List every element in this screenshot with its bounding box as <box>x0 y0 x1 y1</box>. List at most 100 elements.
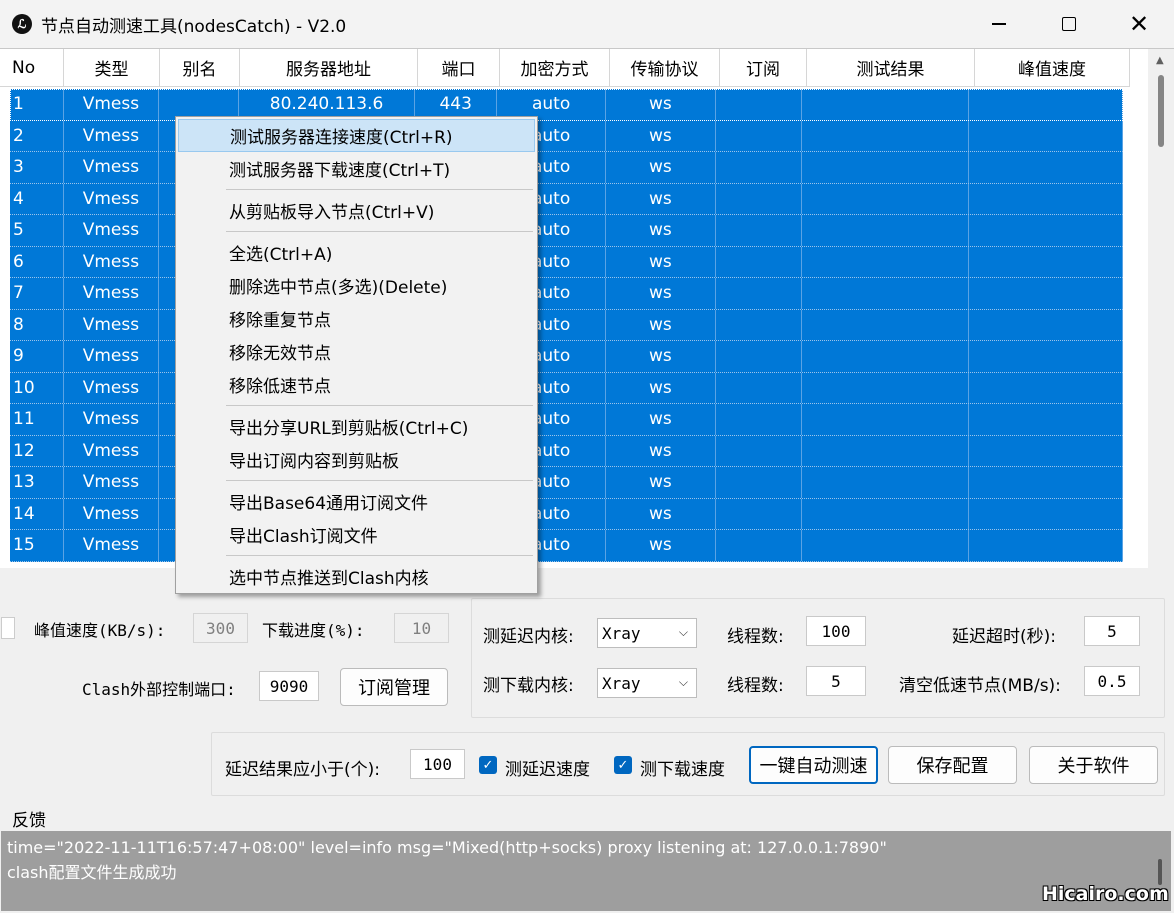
table-cell-protocol: ws <box>606 404 716 435</box>
clash-port-input[interactable]: 9090 <box>259 671 319 701</box>
table-cell-result <box>802 530 969 561</box>
table-scrollbar[interactable]: ▲ <box>1148 49 1174 568</box>
chevron-down-icon: ⌵ <box>678 675 688 689</box>
table-cell-result <box>802 246 969 277</box>
about-button[interactable]: 关于软件 <box>1029 746 1158 784</box>
table-cell-peak-speed <box>969 372 1123 403</box>
table-header-col-no[interactable]: No <box>0 49 64 87</box>
download-progress-input[interactable]: 10 <box>394 613 449 643</box>
test-download-checkbox[interactable]: ✓ <box>614 756 632 774</box>
timeout-input[interactable]: 5 <box>1084 616 1140 646</box>
scrollbar-thumb[interactable] <box>1158 75 1164 147</box>
table-cell-protocol: ws <box>606 215 716 246</box>
maximize-button[interactable] <box>1034 0 1104 48</box>
table-cell-peak-speed <box>969 89 1123 120</box>
menu-item[interactable]: 移除无效节点 <box>178 335 535 368</box>
table-cell-subscription <box>716 183 803 214</box>
menu-item[interactable]: 删除选中节点(多选)(Delete) <box>178 269 535 302</box>
download-progress-label: 下载进度(%): <box>262 621 365 640</box>
menu-separator <box>226 551 533 560</box>
table-cell-no: 7 <box>10 278 64 309</box>
table-header-col-port[interactable]: 端口 <box>418 49 500 87</box>
table-cell-type: Vmess <box>64 530 160 561</box>
table-cell-type: Vmess <box>64 498 160 529</box>
table-cell-protocol: ws <box>606 435 716 466</box>
menu-item[interactable]: 导出Base64通用订阅文件 <box>178 485 535 518</box>
scrollbar-thumb[interactable] <box>1158 859 1162 885</box>
table-cell-result <box>802 435 969 466</box>
table-cell-no: 15 <box>10 530 64 561</box>
minimize-button[interactable] <box>964 0 1034 48</box>
table-cell-no: 13 <box>10 467 64 498</box>
download-threads-input[interactable]: 5 <box>806 666 866 696</box>
menu-item[interactable]: 测试服务器下载速度(Ctrl+T) <box>178 152 535 185</box>
table-header: No 类型 别名 服务器地址 端口 加密方式 传输协议 订阅 测试结果 峰值速度 <box>0 49 1130 87</box>
table-cell-protocol: ws <box>606 372 716 403</box>
title-bar: ℒ 节点自动测速工具(nodesCatch) - V2.0 ✕ <box>0 0 1174 48</box>
download-core-label: 测下载内核: <box>483 676 574 696</box>
table-cell-protocol: ws <box>606 341 716 372</box>
test-download-label[interactable]: 测下载速度 <box>640 755 725 780</box>
table-cell-peak-speed <box>969 404 1123 435</box>
menu-item[interactable]: 导出订阅内容到剪贴板 <box>178 443 535 476</box>
table-cell-no: 14 <box>10 498 64 529</box>
table-header-col-peak-speed[interactable]: 峰值速度 <box>975 49 1130 87</box>
download-threads-label: 线程数: <box>727 676 784 696</box>
table-cell-protocol: ws <box>606 278 716 309</box>
latency-threads-input[interactable]: 100 <box>806 616 866 646</box>
table-cell-subscription <box>716 278 803 309</box>
table-cell-subscription <box>716 215 803 246</box>
table-cell-type: Vmess <box>64 215 160 246</box>
table-cell-type: Vmess <box>64 309 160 340</box>
auto-test-button[interactable]: 一键自动测速 <box>749 746 878 784</box>
table-header-col-protocol[interactable]: 传输协议 <box>610 49 720 87</box>
table-header-col-type[interactable]: 类型 <box>64 49 160 87</box>
table-cell-peak-speed <box>969 498 1123 529</box>
clash-port-label: Clash外部控制端口: <box>82 680 236 699</box>
clear-slow-input[interactable]: 0.5 <box>1084 666 1140 696</box>
menu-item[interactable]: 导出分享URL到剪贴板(Ctrl+C) <box>178 410 535 443</box>
test-latency-label[interactable]: 测延迟速度 <box>505 755 590 780</box>
download-core-select[interactable]: Xray ⌵ <box>597 668 697 698</box>
latency-threads-label: 线程数: <box>727 627 784 647</box>
menu-item[interactable]: 从剪贴板导入节点(Ctrl+V) <box>178 194 535 227</box>
table-header-col-alias[interactable]: 别名 <box>160 49 240 87</box>
subscription-manage-button[interactable]: 订阅管理 <box>340 668 448 706</box>
table-cell-result <box>802 183 969 214</box>
peak-speed-input[interactable]: 300 <box>193 613 248 643</box>
menu-item[interactable]: 全选(Ctrl+A) <box>178 236 535 269</box>
menu-item[interactable]: 移除重复节点 <box>178 302 535 335</box>
table-cell-type: Vmess <box>64 89 160 120</box>
table-cell-protocol: ws <box>606 89 716 120</box>
table-cell-subscription <box>716 341 803 372</box>
table-cell-result <box>802 309 969 340</box>
table-cell-no: 11 <box>10 404 64 435</box>
feedback-log[interactable]: time="2022-11-11T16:57:47+08:00" level=i… <box>1 831 1171 911</box>
latency-core-select[interactable]: Xray ⌵ <box>597 618 697 648</box>
table-cell-peak-speed <box>969 278 1123 309</box>
table-header-col-server[interactable]: 服务器地址 <box>240 49 418 87</box>
menu-separator <box>226 227 533 236</box>
table-cell-no: 6 <box>10 246 64 277</box>
table-header-col-subscription[interactable]: 订阅 <box>720 49 807 87</box>
close-button[interactable]: ✕ <box>1104 0 1174 48</box>
table-cell-subscription <box>716 498 803 529</box>
table-cell-protocol: ws <box>606 152 716 183</box>
latency-limit-label: 延迟结果应小于(个): <box>225 760 380 780</box>
menu-item[interactable]: 移除低速节点 <box>178 368 535 401</box>
test-latency-checkbox[interactable]: ✓ <box>479 756 497 774</box>
table-cell-port: 443 <box>415 89 497 120</box>
table-cell-no: 10 <box>10 372 64 403</box>
table-header-col-result[interactable]: 测试结果 <box>807 49 975 87</box>
menu-item[interactable]: 选中节点推送到Clash内核 <box>178 560 535 593</box>
table-cell-result <box>802 372 969 403</box>
menu-item[interactable]: 导出Clash订阅文件 <box>178 518 535 551</box>
scroll-up-icon[interactable]: ▲ <box>1156 55 1164 66</box>
table-cell-protocol: ws <box>606 309 716 340</box>
save-config-button[interactable]: 保存配置 <box>888 746 1017 784</box>
table-cell-peak-speed <box>969 183 1123 214</box>
menu-item[interactable]: 测试服务器连接速度(Ctrl+R) <box>178 119 535 152</box>
latency-limit-input[interactable]: 100 <box>410 749 465 779</box>
table-cell-subscription <box>716 435 803 466</box>
table-header-col-encryption[interactable]: 加密方式 <box>500 49 610 87</box>
